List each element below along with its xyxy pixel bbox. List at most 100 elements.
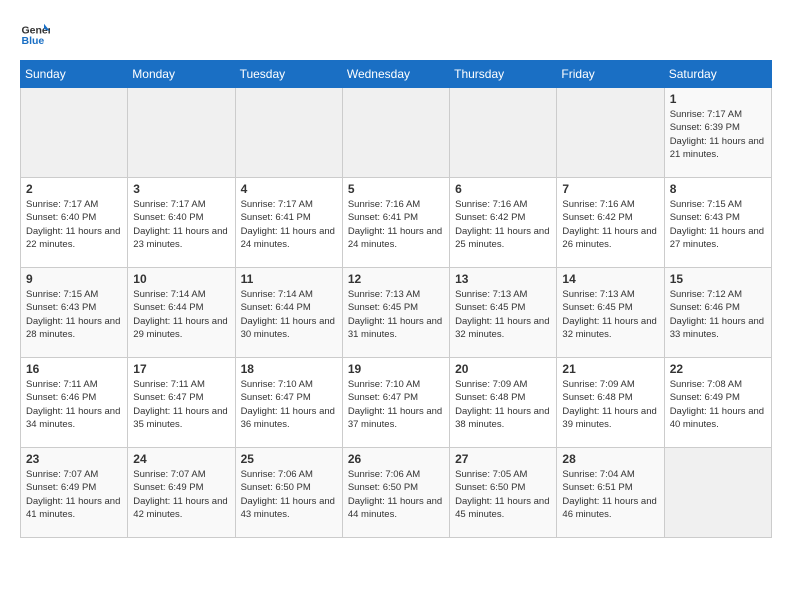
day-number: 13 [455, 272, 551, 286]
day-info: Sunrise: 7:11 AM Sunset: 6:47 PM Dayligh… [133, 378, 229, 431]
calendar-day-cell [21, 88, 128, 178]
day-number: 19 [348, 362, 444, 376]
calendar-header-row: SundayMondayTuesdayWednesdayThursdayFrid… [21, 61, 772, 88]
day-number: 8 [670, 182, 766, 196]
day-number: 7 [562, 182, 658, 196]
day-number: 3 [133, 182, 229, 196]
day-info: Sunrise: 7:07 AM Sunset: 6:49 PM Dayligh… [133, 468, 229, 521]
calendar-day-cell: 11 Sunrise: 7:14 AM Sunset: 6:44 PM Dayli… [235, 268, 342, 358]
calendar-day-cell: 21 Sunrise: 7:09 AM Sunset: 6:48 PM Dayli… [557, 358, 664, 448]
day-number: 14 [562, 272, 658, 286]
day-of-week-header: Friday [557, 61, 664, 88]
day-info: Sunrise: 7:09 AM Sunset: 6:48 PM Dayligh… [562, 378, 658, 431]
day-info: Sunrise: 7:14 AM Sunset: 6:44 PM Dayligh… [241, 288, 337, 341]
calendar-day-cell [450, 88, 557, 178]
calendar-day-cell: 26Sunrise: 7:06 AM Sunset: 6:50 PM Dayli… [342, 448, 449, 538]
calendar-day-cell: 27 Sunrise: 7:05 AM Sunset: 6:50 PM Dayli… [450, 448, 557, 538]
calendar-day-cell: 15 Sunrise: 7:12 AM Sunset: 6:46 PM Dayli… [664, 268, 771, 358]
calendar-day-cell: 8 Sunrise: 7:15 AM Sunset: 6:43 PM Daylig… [664, 178, 771, 268]
day-number: 21 [562, 362, 658, 376]
calendar-day-cell: 4Sunrise: 7:17 AM Sunset: 6:41 PM Daylig… [235, 178, 342, 268]
calendar-day-cell: 14 Sunrise: 7:13 AM Sunset: 6:45 PM Dayli… [557, 268, 664, 358]
day-of-week-header: Sunday [21, 61, 128, 88]
day-info: Sunrise: 7:17 AM Sunset: 6:40 PM Dayligh… [26, 198, 122, 251]
calendar-day-cell: 13 Sunrise: 7:13 AM Sunset: 6:45 PM Dayli… [450, 268, 557, 358]
calendar-week-row: 16 Sunrise: 7:11 AM Sunset: 6:46 PM Dayli… [21, 358, 772, 448]
calendar-day-cell: 17 Sunrise: 7:11 AM Sunset: 6:47 PM Dayli… [128, 358, 235, 448]
day-number: 16 [26, 362, 122, 376]
svg-text:Blue: Blue [22, 35, 45, 47]
day-of-week-header: Wednesday [342, 61, 449, 88]
calendar-week-row: 23 Sunrise: 7:07 AM Sunset: 6:49 PM Dayli… [21, 448, 772, 538]
day-number: 18 [241, 362, 337, 376]
day-number: 2 [26, 182, 122, 196]
calendar-day-cell: 2 Sunrise: 7:17 AM Sunset: 6:40 PM Daylig… [21, 178, 128, 268]
day-info: Sunrise: 7:10 AM Sunset: 6:47 PM Dayligh… [348, 378, 444, 431]
calendar-day-cell: 12 Sunrise: 7:13 AM Sunset: 6:45 PM Dayli… [342, 268, 449, 358]
calendar-day-cell: 7 Sunrise: 7:16 AM Sunset: 6:42 PM Daylig… [557, 178, 664, 268]
day-number: 24 [133, 452, 229, 466]
calendar-body: 1 Sunrise: 7:17 AM Sunset: 6:39 PM Daylig… [21, 88, 772, 538]
day-info: Sunrise: 7:13 AM Sunset: 6:45 PM Dayligh… [348, 288, 444, 341]
calendar-day-cell: 1 Sunrise: 7:17 AM Sunset: 6:39 PM Daylig… [664, 88, 771, 178]
day-of-week-header: Thursday [450, 61, 557, 88]
day-info: Sunrise: 7:07 AM Sunset: 6:49 PM Dayligh… [26, 468, 122, 521]
calendar-day-cell: 18 Sunrise: 7:10 AM Sunset: 6:47 PM Dayli… [235, 358, 342, 448]
day-info: Sunrise: 7:06 AM Sunset: 6:50 PM Dayligh… [241, 468, 337, 521]
calendar-day-cell: 10Sunrise: 7:14 AM Sunset: 6:44 PM Dayli… [128, 268, 235, 358]
day-info: Sunrise: 7:17 AM Sunset: 6:39 PM Dayligh… [670, 108, 766, 161]
logo-icon: General Blue [20, 20, 50, 50]
day-number: 26 [348, 452, 444, 466]
calendar-day-cell: 22Sunrise: 7:08 AM Sunset: 6:49 PM Dayli… [664, 358, 771, 448]
day-info: Sunrise: 7:15 AM Sunset: 6:43 PM Dayligh… [670, 198, 766, 251]
calendar-day-cell: 25 Sunrise: 7:06 AM Sunset: 6:50 PM Dayli… [235, 448, 342, 538]
calendar-day-cell: 23 Sunrise: 7:07 AM Sunset: 6:49 PM Dayli… [21, 448, 128, 538]
day-info: Sunrise: 7:09 AM Sunset: 6:48 PM Dayligh… [455, 378, 551, 431]
calendar-day-cell: 5 Sunrise: 7:16 AM Sunset: 6:41 PM Daylig… [342, 178, 449, 268]
day-number: 20 [455, 362, 551, 376]
calendar-day-cell: 24 Sunrise: 7:07 AM Sunset: 6:49 PM Dayli… [128, 448, 235, 538]
day-number: 25 [241, 452, 337, 466]
day-info: Sunrise: 7:15 AM Sunset: 6:43 PM Dayligh… [26, 288, 122, 341]
day-info: Sunrise: 7:17 AM Sunset: 6:41 PM Dayligh… [241, 198, 337, 251]
day-of-week-header: Monday [128, 61, 235, 88]
calendar-day-cell: 16 Sunrise: 7:11 AM Sunset: 6:46 PM Dayli… [21, 358, 128, 448]
day-info: Sunrise: 7:10 AM Sunset: 6:47 PM Dayligh… [241, 378, 337, 431]
day-number: 11 [241, 272, 337, 286]
calendar-week-row: 2 Sunrise: 7:17 AM Sunset: 6:40 PM Daylig… [21, 178, 772, 268]
day-number: 22 [670, 362, 766, 376]
day-number: 5 [348, 182, 444, 196]
calendar-day-cell [128, 88, 235, 178]
calendar-day-cell: 20 Sunrise: 7:09 AM Sunset: 6:48 PM Dayli… [450, 358, 557, 448]
calendar-day-cell: 9Sunrise: 7:15 AM Sunset: 6:43 PM Daylig… [21, 268, 128, 358]
logo: General Blue [20, 20, 50, 50]
day-of-week-header: Tuesday [235, 61, 342, 88]
calendar-day-cell [342, 88, 449, 178]
day-number: 1 [670, 92, 766, 106]
day-info: Sunrise: 7:13 AM Sunset: 6:45 PM Dayligh… [562, 288, 658, 341]
day-info: Sunrise: 7:11 AM Sunset: 6:46 PM Dayligh… [26, 378, 122, 431]
day-number: 27 [455, 452, 551, 466]
day-info: Sunrise: 7:16 AM Sunset: 6:41 PM Dayligh… [348, 198, 444, 251]
calendar-day-cell [235, 88, 342, 178]
day-info: Sunrise: 7:16 AM Sunset: 6:42 PM Dayligh… [562, 198, 658, 251]
day-info: Sunrise: 7:05 AM Sunset: 6:50 PM Dayligh… [455, 468, 551, 521]
day-info: Sunrise: 7:17 AM Sunset: 6:40 PM Dayligh… [133, 198, 229, 251]
day-info: Sunrise: 7:16 AM Sunset: 6:42 PM Dayligh… [455, 198, 551, 251]
calendar-day-cell: 28 Sunrise: 7:04 AM Sunset: 6:51 PM Dayli… [557, 448, 664, 538]
calendar-week-row: 9Sunrise: 7:15 AM Sunset: 6:43 PM Daylig… [21, 268, 772, 358]
calendar-week-row: 1 Sunrise: 7:17 AM Sunset: 6:39 PM Daylig… [21, 88, 772, 178]
calendar-day-cell: 3 Sunrise: 7:17 AM Sunset: 6:40 PM Daylig… [128, 178, 235, 268]
calendar-day-cell [557, 88, 664, 178]
day-number: 17 [133, 362, 229, 376]
calendar-day-cell: 19 Sunrise: 7:10 AM Sunset: 6:47 PM Dayli… [342, 358, 449, 448]
calendar-table: SundayMondayTuesdayWednesdayThursdayFrid… [20, 60, 772, 538]
day-number: 12 [348, 272, 444, 286]
day-info: Sunrise: 7:04 AM Sunset: 6:51 PM Dayligh… [562, 468, 658, 521]
calendar-day-cell [664, 448, 771, 538]
day-number: 23 [26, 452, 122, 466]
day-number: 15 [670, 272, 766, 286]
day-number: 28 [562, 452, 658, 466]
day-info: Sunrise: 7:13 AM Sunset: 6:45 PM Dayligh… [455, 288, 551, 341]
day-info: Sunrise: 7:12 AM Sunset: 6:46 PM Dayligh… [670, 288, 766, 341]
